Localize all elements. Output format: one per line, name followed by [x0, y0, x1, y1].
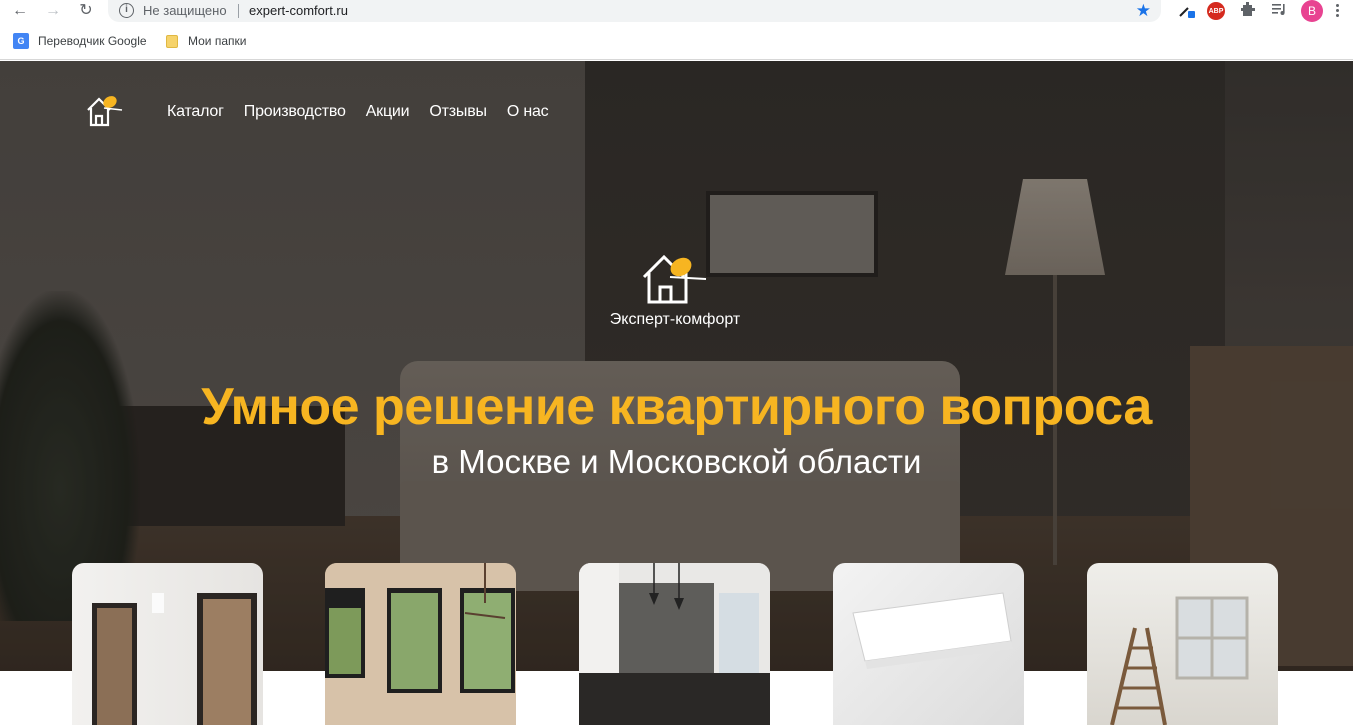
- air-conditioner-photo: [852, 592, 1013, 669]
- bookmark-my-folders[interactable]: Мои папки: [188, 34, 246, 48]
- media-icon[interactable]: [1269, 1, 1289, 21]
- omnibox-divider: [238, 4, 239, 18]
- address-bar[interactable]: i Не защищено expert-comfort.ru ★: [108, 0, 1161, 22]
- category-card-doors[interactable]: [72, 563, 263, 725]
- nav-reviews[interactable]: Отзывы: [429, 103, 487, 121]
- adblock-icon[interactable]: ABP: [1207, 2, 1225, 20]
- category-card-kitchen[interactable]: [579, 563, 770, 725]
- forward-icon[interactable]: →: [43, 1, 63, 21]
- windows-photo: [325, 563, 516, 725]
- main-nav: Каталог Производство Акции Отзывы О нас: [167, 103, 549, 121]
- url-text[interactable]: expert-comfort.ru: [249, 3, 348, 18]
- reload-icon[interactable]: ↻: [76, 1, 96, 21]
- bookmarks-bar: G Переводчик Google Мои папки: [0, 22, 1353, 60]
- security-label[interactable]: Не защищено: [143, 3, 227, 18]
- eyedropper-icon[interactable]: [1176, 1, 1196, 21]
- back-icon[interactable]: ←: [10, 1, 30, 21]
- category-card-conditioners[interactable]: [833, 563, 1024, 725]
- browser-toolbar: ← → ↻ i Не защищено expert-comfort.ru ★ …: [0, 0, 1353, 22]
- nav-about[interactable]: О нас: [507, 103, 549, 121]
- nav-promotions[interactable]: Акции: [366, 103, 410, 121]
- site-logo-icon[interactable]: [84, 92, 124, 128]
- folder-icon[interactable]: [166, 35, 178, 48]
- renovation-photo: [1110, 596, 1249, 725]
- category-card-windows[interactable]: [325, 563, 516, 725]
- avatar[interactable]: B: [1301, 0, 1323, 22]
- google-translate-icon[interactable]: G: [13, 33, 29, 49]
- star-icon[interactable]: ★: [1136, 1, 1151, 21]
- hero-subheadline: в Москве и Московской области: [431, 443, 922, 480]
- bookmark-google-translate[interactable]: Переводчик Google: [38, 34, 147, 48]
- nav-catalog[interactable]: Каталог: [167, 103, 224, 121]
- info-icon[interactable]: i: [119, 3, 134, 18]
- nav-production[interactable]: Производство: [244, 103, 346, 121]
- kitchen-photo: [579, 563, 770, 725]
- brand-name: Эксперт-комфорт: [609, 311, 741, 328]
- doors-photo: [92, 593, 257, 725]
- hero-headline: Умное решение квартирного вопроса: [201, 378, 1152, 436]
- brand-logo-icon: [642, 254, 707, 304]
- menu-icon[interactable]: [1334, 2, 1340, 20]
- category-card-renovation[interactable]: [1087, 563, 1278, 725]
- extensions-icon[interactable]: [1238, 1, 1258, 21]
